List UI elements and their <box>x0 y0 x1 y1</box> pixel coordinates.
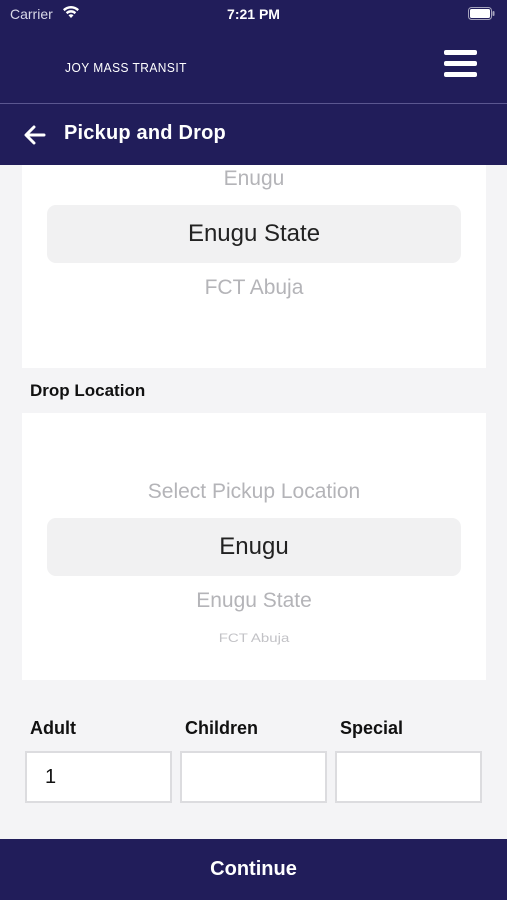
drop-location-picker[interactable]: Select Pickup Location Enugu Enugu State… <box>22 413 486 680</box>
adult-count-input[interactable] <box>25 751 172 803</box>
nav-bar: Pickup and Drop <box>0 104 507 165</box>
arrow-left-icon[interactable] <box>22 122 48 148</box>
picker-option[interactable]: Select Pickup Location <box>22 480 486 504</box>
brand-logo: JOY MASS TRANSIT <box>65 60 187 75</box>
picker-option[interactable]: Enugu State <box>22 589 486 613</box>
brand-row: JOY MASS TRANSIT <box>0 28 507 103</box>
children-label: Children <box>185 718 259 738</box>
hamburger-menu-icon[interactable] <box>444 50 478 78</box>
status-bar: Carrier 7:21 PM <box>0 0 507 28</box>
picker-selected-option[interactable]: Enugu <box>22 533 486 561</box>
clock: 7:21 PM <box>227 6 280 22</box>
page-title: Pickup and Drop <box>64 122 226 144</box>
adult-label: Adult <box>30 718 76 738</box>
drop-location-label: Drop Location <box>30 381 146 400</box>
screen: Carrier 7:21 PM JOY MASS TRANSIT Pickup … <box>0 0 507 900</box>
pickup-location-picker[interactable]: Enugu Enugu State FCT Abuja <box>22 165 486 368</box>
special-count-input[interactable] <box>335 751 482 803</box>
picker-option[interactable]: FCT Abuja <box>22 276 486 300</box>
battery-icon <box>468 7 495 20</box>
picker-option[interactable]: FCT Abuja <box>22 632 486 646</box>
children-count-input[interactable] <box>180 751 327 803</box>
picker-option[interactable]: Enugu <box>22 167 486 191</box>
special-label: Special <box>340 718 404 738</box>
app-header: Carrier 7:21 PM JOY MASS TRANSIT Pickup … <box>0 0 507 165</box>
continue-button[interactable]: Continue <box>0 839 507 900</box>
picker-selected-option[interactable]: Enugu State <box>22 220 486 248</box>
